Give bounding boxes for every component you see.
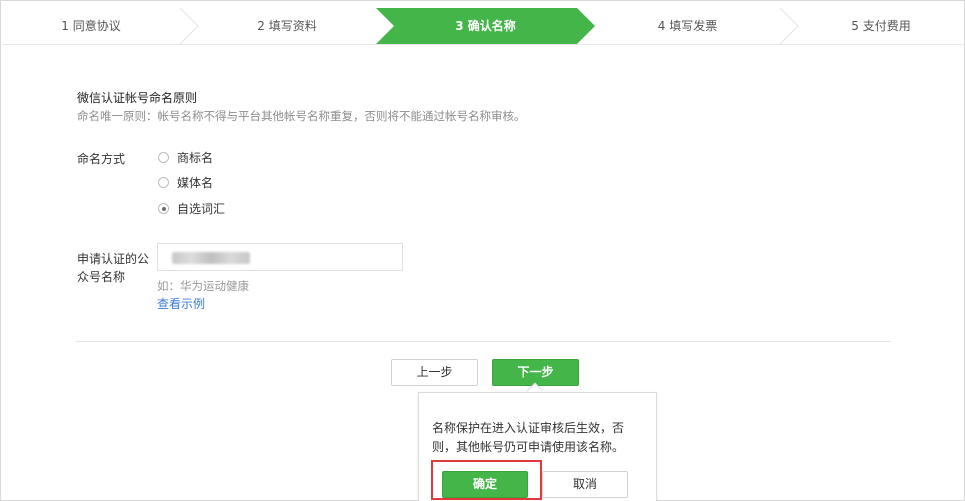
redacted-value (172, 252, 250, 264)
radio-trademark[interactable] (158, 152, 169, 163)
radio-custom-words[interactable] (158, 203, 169, 214)
step-invoice: 4 填写发票 (657, 19, 718, 33)
step-payment: 5 支付费用 (851, 19, 911, 33)
radio-label-media[interactable]: 媒体名 (177, 174, 213, 191)
naming-principle-desc: 命名唯一原则：帐号名称不得与平台其他帐号名称重复，否则将不能通过帐号名称审核。 (77, 109, 526, 123)
section-divider (76, 341, 891, 342)
account-name-label-line2: 众号名称 (77, 270, 126, 284)
view-example-link[interactable]: 查看示例 (157, 295, 205, 312)
cancel-button[interactable]: 取消 (542, 471, 628, 498)
progress-stepper: 1 同意协议 2 填写资料 3 确认名称 4 填写发票 5 支付费用 (2, 8, 964, 45)
radio-label-trademark[interactable]: 商标名 (177, 149, 213, 166)
popover-message: 名称保护在进入认证审核后生效，否则，其他帐号仍可申请使用该名称。 (432, 421, 625, 454)
next-step-button[interactable]: 下一步 (492, 359, 579, 386)
account-name-label-line1: 申请认证的公 (77, 252, 150, 266)
step-agree: 1 同意协议 (61, 19, 121, 33)
account-name-input[interactable] (157, 243, 403, 271)
radio-label-custom-words[interactable]: 自选词汇 (177, 200, 225, 217)
highlight-box (431, 460, 542, 500)
step-fill-info: 2 填写资料 (257, 19, 317, 33)
account-name-hint: 如：华为运动健康 (157, 279, 249, 293)
prev-step-button[interactable]: 上一步 (391, 359, 478, 386)
page-frame: 1 同意协议 2 填写资料 3 确认名称 4 填写发票 5 支付费用 微信认证帐… (0, 0, 965, 501)
radio-media[interactable] (158, 177, 169, 188)
naming-principle-title: 微信认证帐号命名原则 (77, 91, 198, 105)
naming-method-label: 命名方式 (77, 152, 126, 166)
step-separator (779, 8, 799, 45)
step-confirm-name: 3 确认名称 (455, 19, 516, 33)
step-separator (179, 8, 199, 45)
